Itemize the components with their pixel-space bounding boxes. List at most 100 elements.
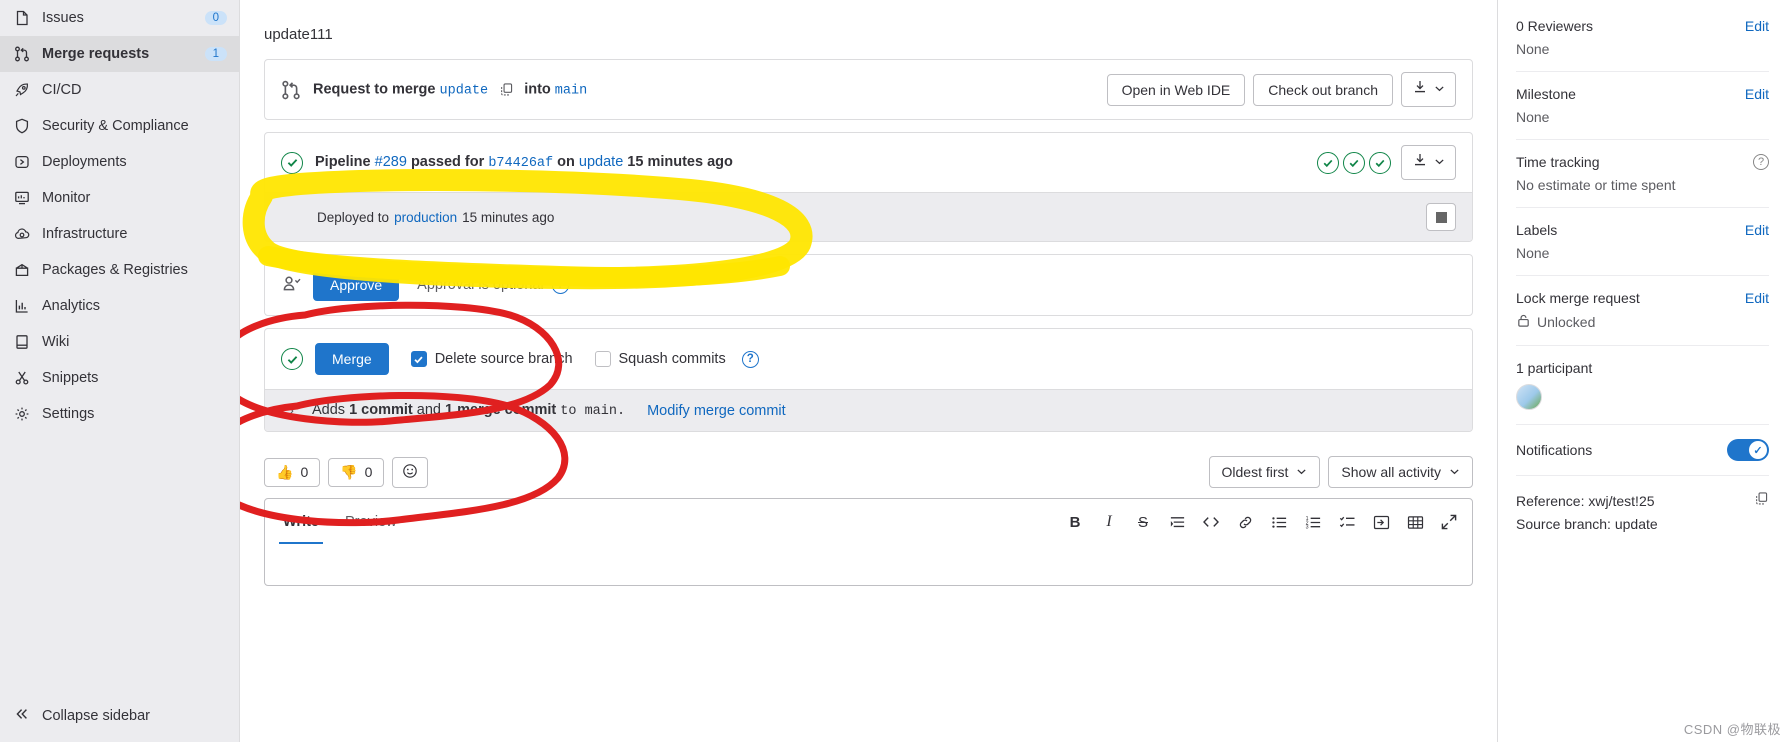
request-to-merge-row: Request to merge update into main Open i… bbox=[265, 60, 1472, 119]
notifications-toggle[interactable]: ✓ bbox=[1727, 439, 1769, 461]
approve-button[interactable]: Approve bbox=[313, 269, 400, 301]
squash-commits-label[interactable]: Squash commits bbox=[594, 351, 726, 367]
merge-button[interactable]: Merge bbox=[315, 343, 389, 375]
strikethrough-icon[interactable]: S bbox=[1134, 513, 1152, 531]
lock-value: Unlocked bbox=[1537, 314, 1596, 330]
download-dropdown-button[interactable] bbox=[1401, 72, 1456, 107]
to-branch-label: to main. bbox=[560, 404, 626, 419]
stop-environment-button[interactable] bbox=[1426, 203, 1456, 231]
bold-icon[interactable]: B bbox=[1066, 513, 1084, 531]
participant-avatar[interactable] bbox=[1516, 384, 1542, 410]
sort-order-dropdown[interactable]: Oldest first bbox=[1208, 456, 1321, 488]
squash-commits-checkbox[interactable] bbox=[594, 351, 611, 367]
bulleted-list-icon[interactable] bbox=[1270, 513, 1288, 531]
svg-text:3: 3 bbox=[1305, 524, 1308, 530]
squash-help-icon[interactable]: ? bbox=[741, 350, 759, 368]
lock-head: Lock merge request Edit bbox=[1516, 290, 1769, 306]
approval-help-icon[interactable]: ? bbox=[551, 276, 569, 294]
target-branch-link[interactable]: main bbox=[555, 83, 587, 98]
copy-reference-icon[interactable] bbox=[1754, 490, 1769, 513]
adds-label: Adds bbox=[312, 402, 346, 418]
sidebar-item-security-compliance[interactable]: Security & Compliance bbox=[0, 108, 239, 144]
comment-textarea[interactable] bbox=[265, 545, 1472, 585]
sidebar-item-deployments[interactable]: Deployments bbox=[0, 144, 239, 180]
thumbs-up-count: 0 bbox=[300, 464, 309, 480]
activity-filter-dropdown[interactable]: Show all activity bbox=[1328, 456, 1473, 488]
code-icon[interactable] bbox=[1202, 513, 1220, 531]
check-out-branch-button[interactable]: Check out branch bbox=[1253, 73, 1393, 106]
time-tracking-block: Time tracking ? No estimate or time spen… bbox=[1516, 140, 1769, 208]
approvals-user-icon bbox=[281, 274, 303, 296]
link-icon[interactable] bbox=[1236, 513, 1254, 531]
pipeline-branch-link[interactable]: update bbox=[579, 154, 623, 170]
collapse-sidebar-button[interactable]: Collapse sidebar bbox=[0, 696, 239, 736]
tab-write[interactable]: Write bbox=[279, 501, 323, 544]
pipeline-download-dropdown-button[interactable] bbox=[1401, 145, 1456, 180]
fullscreen-icon[interactable] bbox=[1440, 513, 1458, 531]
thumbs-up-icon: 👍 bbox=[276, 463, 294, 480]
expand-commits-chevron-icon[interactable]: › bbox=[281, 402, 302, 419]
italic-icon[interactable]: I bbox=[1100, 513, 1118, 531]
pipeline-widget: Pipeline #289 passed for b74426af on upd… bbox=[264, 132, 1473, 242]
sidebar-item-packages-registries[interactable]: Packages & Registries bbox=[0, 252, 239, 288]
environment-link[interactable]: production bbox=[394, 210, 457, 225]
collapsible-section-icon[interactable] bbox=[1372, 513, 1390, 531]
deployed-to-label: Deployed to bbox=[317, 209, 390, 225]
milestone-title: Milestone bbox=[1516, 86, 1576, 102]
source-branch-label: Source branch: update bbox=[1516, 516, 1658, 533]
add-reaction-button[interactable] bbox=[392, 456, 429, 488]
chart-icon bbox=[14, 298, 30, 314]
labels-edit-button[interactable]: Edit bbox=[1745, 222, 1769, 238]
time-tracking-help-icon[interactable]: ? bbox=[1753, 154, 1769, 170]
commits-summary-row: › Adds 1 commit and 1 merge commit to ma… bbox=[265, 389, 1472, 431]
pipeline-stage-passed-icon[interactable] bbox=[1343, 151, 1365, 174]
copy-branch-icon[interactable] bbox=[496, 80, 516, 100]
sidebar-item-snippets[interactable]: Snippets bbox=[0, 360, 239, 396]
sidebar-item-cicd[interactable]: CI/CD bbox=[0, 72, 239, 108]
thumbs-down-button[interactable]: 👎 0 bbox=[328, 457, 385, 487]
open-in-web-ide-button[interactable]: Open in Web IDE bbox=[1106, 73, 1246, 106]
sidebar-item-infrastructure[interactable]: Infrastructure bbox=[0, 216, 239, 252]
sidebar-item-merge-requests[interactable]: Merge requests 1 bbox=[0, 36, 239, 72]
sidebar-item-analytics[interactable]: Analytics bbox=[0, 288, 239, 324]
milestone-edit-button[interactable]: Edit bbox=[1745, 86, 1769, 102]
notifications-block: Notifications ✓ bbox=[1516, 425, 1769, 476]
source-branch-link[interactable]: update bbox=[440, 83, 489, 98]
pipeline-time: 15 minutes ago bbox=[627, 154, 733, 170]
into-label: into bbox=[524, 81, 551, 97]
numbered-list-icon[interactable]: 123 bbox=[1304, 513, 1322, 531]
participants-title: 1 participant bbox=[1516, 360, 1593, 376]
modify-merge-commit-link[interactable]: Modify merge commit bbox=[647, 403, 786, 419]
merge-request-title: update111 bbox=[264, 26, 333, 43]
thumbs-down-icon: 👎 bbox=[340, 463, 358, 480]
editor-toolbar: Write Preview B I S 1 2 3 bbox=[265, 499, 1472, 545]
sidebar-item-issues[interactable]: Issues 0 bbox=[0, 0, 239, 36]
pipeline-stage-passed-icon[interactable] bbox=[1317, 151, 1339, 174]
milestone-head: Milestone Edit bbox=[1516, 86, 1769, 102]
task-list-icon[interactable] bbox=[1338, 513, 1356, 531]
reviewers-edit-button[interactable]: Edit bbox=[1745, 18, 1769, 34]
quote-icon[interactable] bbox=[1168, 513, 1186, 531]
thumbs-up-button[interactable]: 👍 0 bbox=[264, 457, 321, 487]
pipeline-id-link[interactable]: #289 bbox=[375, 154, 407, 170]
header-actions: Open in Web IDE Check out branch bbox=[1106, 72, 1456, 107]
lock-edit-button[interactable]: Edit bbox=[1745, 290, 1769, 306]
reference-row: Reference: xwj/test!25 bbox=[1516, 490, 1769, 513]
delete-source-branch-label[interactable]: Delete source branch bbox=[410, 351, 573, 367]
approval-row: Approve Approval is optional ? bbox=[265, 255, 1472, 315]
sidebar-item-wiki[interactable]: Wiki bbox=[0, 324, 239, 360]
labels-block: Labels Edit None bbox=[1516, 208, 1769, 276]
delete-source-branch-checkbox[interactable] bbox=[410, 351, 427, 367]
main-content: update111 Request to merge update into m… bbox=[240, 0, 1497, 742]
participants-head: 1 participant bbox=[1516, 360, 1769, 376]
table-icon[interactable] bbox=[1406, 513, 1424, 531]
stop-icon bbox=[1435, 211, 1447, 223]
tab-preview[interactable]: Preview bbox=[341, 501, 401, 544]
pipeline-commit-link[interactable]: b74426af bbox=[488, 156, 553, 171]
download-icon bbox=[1412, 79, 1428, 100]
sidebar-item-settings[interactable]: Settings bbox=[0, 396, 239, 432]
pipeline-stage-passed-icon[interactable] bbox=[1369, 151, 1391, 174]
lock-title: Lock merge request bbox=[1516, 290, 1640, 306]
chevron-down-icon bbox=[1296, 464, 1307, 480]
sidebar-item-monitor[interactable]: Monitor bbox=[0, 180, 239, 216]
